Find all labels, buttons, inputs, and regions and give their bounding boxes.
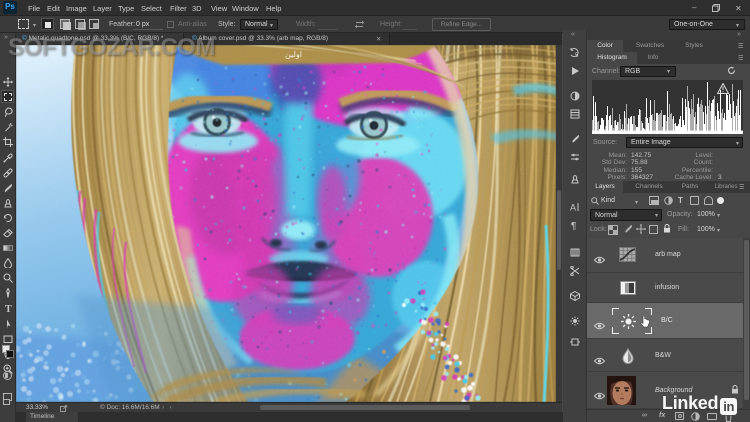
svg-text:A: A [570, 203, 576, 213]
svg-text:T: T [5, 304, 12, 313]
svg-text:¶: ¶ [571, 221, 576, 230]
